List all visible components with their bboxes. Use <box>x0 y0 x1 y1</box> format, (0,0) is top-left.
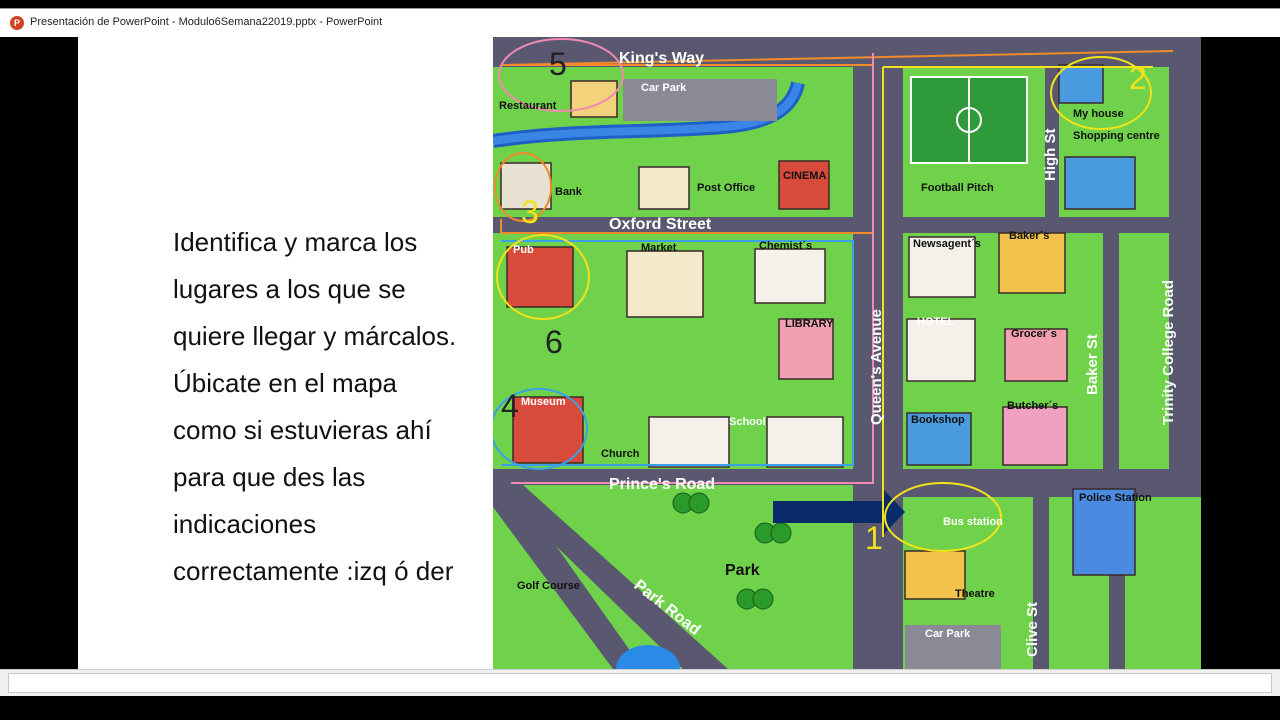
marker-4: 4 <box>501 388 519 424</box>
street-label-trinity-college-road: Trinity College Road <box>1160 280 1177 425</box>
place-label-chemists: Chemist´s <box>759 240 812 252</box>
place-label-golf-course: Golf Course <box>517 580 580 592</box>
street-label-clive-st: Clive St <box>1024 602 1041 657</box>
place-label-bookshop: Bookshop <box>911 414 965 426</box>
title-bar: P Presentación de PowerPoint - Modulo6Se… <box>0 8 1280 38</box>
street-label-princes-road: Prince's Road <box>609 476 715 493</box>
place-label-car-park-bottom: Car Park <box>925 628 971 640</box>
place-label-my-house: My house <box>1073 108 1124 120</box>
place-label-butchers: Butcher´s <box>1007 400 1058 412</box>
place-label-bank: Bank <box>555 186 583 198</box>
street-label-oxford-street: Oxford Street <box>609 216 712 233</box>
place-label-police-station: Police Station <box>1079 492 1152 504</box>
marker-3: 3 <box>521 194 539 230</box>
place-label-market: Market <box>641 242 677 254</box>
city-map-image: King's Way Oxford Street Prince's Road P… <box>493 37 1201 669</box>
place-label-bakers: Baker´s <box>1009 230 1049 242</box>
place-label-football-pitch: Football Pitch <box>921 182 994 194</box>
place-label-restaurant: Restaurant <box>499 100 557 112</box>
powerpoint-window: P Presentación de PowerPoint - Modulo6Se… <box>0 0 1280 720</box>
place-label-park: Park <box>725 562 760 579</box>
marker-5: 5 <box>549 46 567 82</box>
place-label-bus-station: Bus station <box>943 516 1003 528</box>
place-label-cinema: CINEMA <box>783 170 826 182</box>
place-label-post-office: Post Office <box>697 182 755 194</box>
place-label-museum: Museum <box>521 396 566 408</box>
place-label-library: LIBRARY <box>785 318 834 330</box>
place-label-church: Church <box>601 448 640 460</box>
marker-2: 2 <box>1129 60 1147 96</box>
place-label-school: School <box>729 416 766 428</box>
marker-1: 1 <box>865 520 883 556</box>
marker-6: 6 <box>545 324 563 360</box>
slide-instructions-text: Identifica y marca los lugares a los que… <box>173 227 457 586</box>
powerpoint-icon[interactable]: P <box>10 16 24 30</box>
window-title: Presentación de PowerPoint - Modulo6Sema… <box>30 16 383 28</box>
slide[interactable]: Identifica y marca los lugares a los que… <box>78 37 1201 669</box>
place-label-car-park-top: Car Park <box>641 82 687 94</box>
place-label-theatre: Theatre <box>955 588 995 600</box>
status-bar <box>0 669 1280 696</box>
slide-area: Identifica y marca los lugares a los que… <box>0 37 1280 669</box>
street-label-queens-avenue: Queen's Avenue <box>868 309 885 425</box>
street-label-high-st: High St <box>1042 129 1059 182</box>
street-label-kings-way: King's Way <box>619 50 704 67</box>
horizontal-scrollbar[interactable] <box>8 673 1272 693</box>
place-label-hotel: HOTEL <box>917 316 955 328</box>
street-label-baker-st: Baker St <box>1084 334 1101 395</box>
place-label-shopping-centre: Shopping centre <box>1073 130 1160 142</box>
place-label-grocers: Grocer´s <box>1011 328 1057 340</box>
place-label-newsagents: Newsagent´s <box>913 238 981 250</box>
place-label-pub: Pub <box>513 244 534 256</box>
